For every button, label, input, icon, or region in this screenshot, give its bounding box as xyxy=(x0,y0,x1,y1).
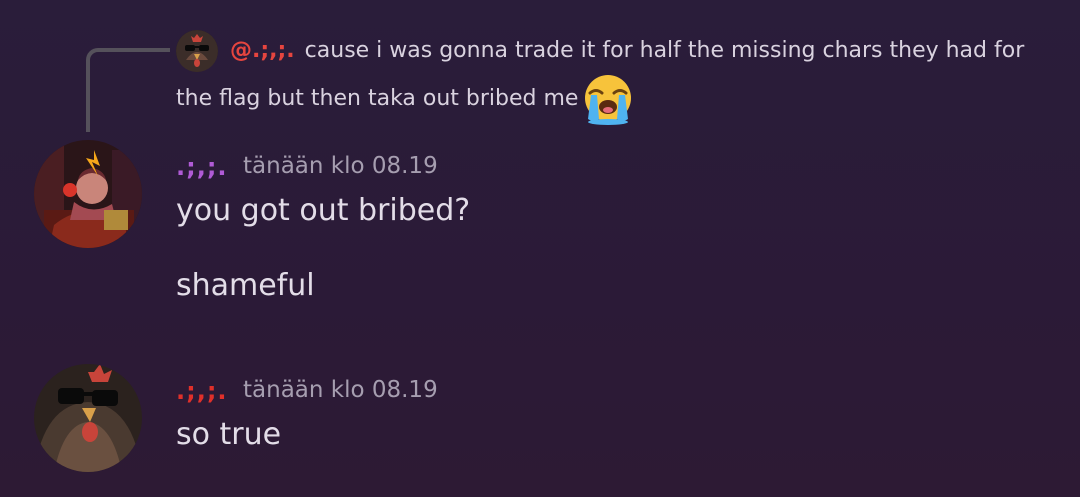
reply-preview[interactable]: @.;,;. cause i was gonna trade it for hal… xyxy=(176,28,1036,125)
timestamp[interactable]: tänään klo 08.19 xyxy=(243,153,438,179)
timestamp[interactable]: tänään klo 08.19 xyxy=(243,377,438,403)
avatar[interactable] xyxy=(34,140,142,248)
reply-avatar[interactable] xyxy=(176,30,218,72)
username[interactable]: .;,;. xyxy=(176,377,228,405)
message-text: shameful xyxy=(176,268,315,303)
username[interactable]: .;,;. xyxy=(176,153,228,181)
message-text: so true xyxy=(176,417,282,452)
loudly-crying-face-icon xyxy=(582,73,634,125)
message-text: you got out bribed? xyxy=(176,193,471,228)
avatar[interactable] xyxy=(34,364,142,472)
reply-connector xyxy=(86,48,170,132)
reply-mention[interactable]: @.;,;. xyxy=(230,38,295,63)
